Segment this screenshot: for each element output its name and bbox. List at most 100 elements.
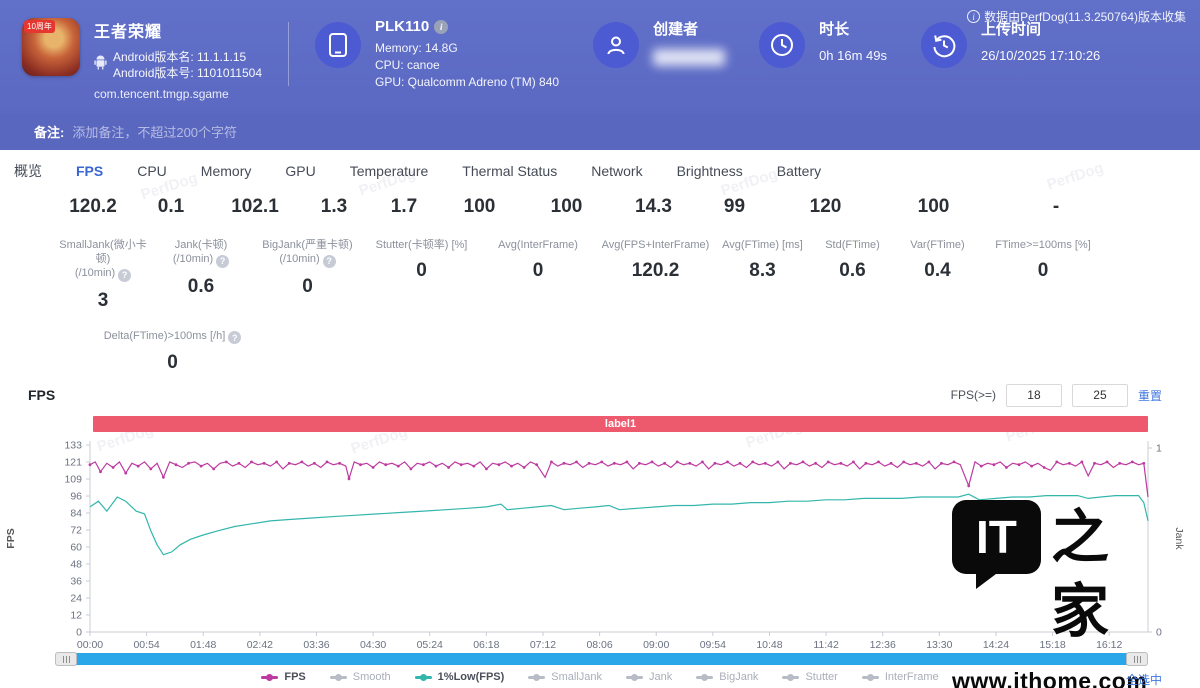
svg-text:1: 1	[1156, 443, 1162, 455]
stat-value: 0	[479, 260, 597, 282]
svg-text:133: 133	[64, 440, 82, 452]
tab-概览[interactable]: 概览	[14, 161, 42, 181]
tab-GPU[interactable]: GPU	[285, 163, 315, 179]
svg-text:14:24: 14:24	[983, 639, 1009, 648]
stat-value: 100	[876, 196, 991, 226]
legend-marker	[415, 676, 432, 679]
device-info: PLK110 i Memory: 14.8G CPU: canoe GPU: Q…	[315, 18, 559, 91]
device-gpu: GPU: Qualcomm Adreno (TM) 840	[375, 74, 559, 91]
chart-scrollbar-track[interactable]	[55, 653, 1148, 665]
android-version-name: Android版本名: 11.1.1.15	[113, 49, 262, 65]
user-icon	[593, 22, 639, 68]
duration-info: 时长 0h 16m 49s	[759, 18, 887, 68]
legend-label: BigJank	[719, 671, 758, 683]
svg-text:04:30: 04:30	[360, 639, 386, 648]
stat-cell: Avg(FTime) [ms]8.3	[714, 238, 811, 312]
stat-label: Stutter(卡顿率) [%]	[364, 238, 479, 252]
help-icon[interactable]: ?	[323, 255, 336, 268]
help-icon[interactable]: ?	[118, 269, 131, 282]
svg-text:09:00: 09:00	[643, 639, 669, 648]
legend-item-Smooth[interactable]: Smooth	[330, 671, 391, 683]
scrollbar-left-handle[interactable]	[55, 652, 77, 666]
tab-Brightness[interactable]: Brightness	[677, 163, 743, 179]
svg-text:05:24: 05:24	[417, 639, 443, 648]
upload-value: 26/10/2025 17:10:26	[981, 48, 1100, 63]
app-title: 王者荣耀	[94, 18, 262, 42]
stats-row-2: SmallJank(微小卡顿)(/10min)?3Jank(卡顿)(/10min…	[0, 238, 1200, 312]
device-memory: Memory: 14.8G	[375, 40, 559, 57]
stats-panel: PerfDog PerfDog PerfDog PerfDog 120.20.1…	[0, 192, 1200, 382]
stat-label: SmallJank(微小卡顿)(/10min)?	[55, 238, 151, 282]
remark-label: 备注:	[34, 122, 64, 141]
tab-Memory[interactable]: Memory	[201, 163, 252, 179]
stat-value: 120.2	[55, 196, 131, 226]
select-all-link[interactable]: 全选中	[1126, 671, 1162, 688]
stat-label: Std(FTime)	[811, 238, 894, 252]
fps-threshold-input-2[interactable]	[1072, 384, 1128, 407]
tab-FPS[interactable]: FPS	[76, 163, 103, 179]
chart-plot-area[interactable]: 133121109968472604836241201000:0000:5401…	[0, 408, 1200, 648]
legend-label: Stutter	[805, 671, 837, 683]
tab-Temperature[interactable]: Temperature	[350, 163, 429, 179]
creator-name-blurred	[653, 49, 725, 66]
stat-value: 1.3	[299, 196, 369, 226]
app-header: i 数据由PerfDog(11.3.250764)版本收集 10周年 王者荣耀	[0, 0, 1200, 113]
legend-marker	[528, 676, 545, 679]
svg-text:121: 121	[64, 457, 82, 469]
android-icon	[94, 55, 107, 75]
stat-label: Jank(卡顿)(/10min)?	[151, 238, 251, 268]
svg-text:FPS: FPS	[5, 528, 17, 548]
device-name: PLK110	[375, 18, 429, 35]
duration-label: 时长	[819, 18, 887, 39]
legend-item-1%Low(FPS)[interactable]: 1%Low(FPS)	[415, 671, 505, 683]
remark-input[interactable]: 添加备注，不超过200个字符	[72, 122, 237, 141]
legend-item-SmallJank[interactable]: SmallJank	[528, 671, 602, 683]
tab-Battery[interactable]: Battery	[777, 163, 821, 179]
svg-text:10:48: 10:48	[756, 639, 782, 648]
chart-scrollbar	[55, 652, 1148, 666]
help-icon[interactable]: ?	[228, 331, 241, 344]
reset-link[interactable]: 重置	[1138, 387, 1162, 404]
stat-value: 0.6	[811, 260, 894, 282]
clock-icon	[759, 22, 805, 68]
device-info-icon[interactable]: i	[434, 20, 448, 34]
fps-threshold-input-1[interactable]	[1006, 384, 1062, 407]
legend-label: SmallJank	[551, 671, 602, 683]
tab-Thermal Status[interactable]: Thermal Status	[462, 163, 557, 179]
creator-label: 创建者	[653, 18, 725, 39]
legend-item-Stutter[interactable]: Stutter	[782, 671, 837, 683]
stat-value: 99	[694, 196, 775, 226]
stat-value: 120	[775, 196, 876, 226]
history-clock-icon	[921, 22, 967, 68]
stat-value: 8.3	[714, 260, 811, 282]
stat-value: 100	[520, 196, 613, 226]
legend-label: Jank	[649, 671, 672, 683]
stat-cell: Stutter(卡顿率) [%]0	[364, 238, 479, 312]
legend-item-FPS[interactable]: FPS	[261, 671, 305, 683]
svg-text:12:36: 12:36	[870, 639, 896, 648]
help-icon[interactable]: ?	[216, 255, 229, 268]
stat-cell: FTime>=100ms [%]0	[981, 238, 1105, 312]
stat-value: -	[991, 196, 1121, 226]
android-version-code: Android版本号: 1101011504	[113, 65, 262, 81]
fps-chart: PerfDog PerfDog PerfDog PerfDog label1 1…	[0, 408, 1200, 648]
legend-marker	[696, 676, 713, 679]
svg-text:02:42: 02:42	[247, 639, 273, 648]
info-icon: i	[967, 10, 980, 23]
svg-text:24: 24	[70, 593, 82, 605]
stat-value: 0	[251, 276, 364, 298]
stat-cell: Var(FTime)0.4	[894, 238, 981, 312]
stat-cell: SmallJank(微小卡顿)(/10min)?3	[55, 238, 151, 312]
legend-label: FPS	[284, 671, 305, 683]
legend-item-Jank[interactable]: Jank	[626, 671, 672, 683]
tab-Network[interactable]: Network	[591, 163, 642, 179]
stat-value: 0.4	[894, 260, 981, 282]
legend-item-InterFrame[interactable]: InterFrame	[862, 671, 939, 683]
scrollbar-right-handle[interactable]	[1126, 652, 1148, 666]
tab-CPU[interactable]: CPU	[137, 163, 167, 179]
svg-text:16:12: 16:12	[1096, 639, 1122, 648]
stats-row-3: Delta(FTime)>100ms [/h]? 0	[0, 326, 260, 375]
stat-cell: Avg(InterFrame)0	[479, 238, 597, 312]
legend-item-BigJank[interactable]: BigJank	[696, 671, 758, 683]
svg-text:07:12: 07:12	[530, 639, 556, 648]
